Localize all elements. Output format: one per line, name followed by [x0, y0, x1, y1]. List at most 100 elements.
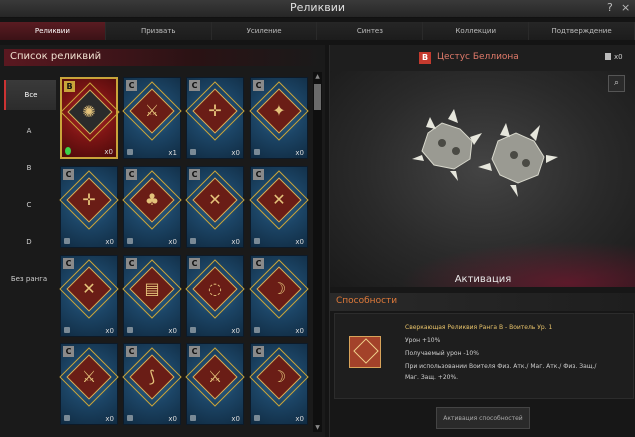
title-bar: Реликвии ? × [0, 0, 635, 18]
activation-label: Активация [454, 274, 512, 285]
lock-icon [254, 149, 260, 155]
lock-icon [127, 149, 133, 155]
list-header: Список реликвий [4, 49, 322, 66]
scroll-up-icon[interactable]: ▲ [313, 72, 322, 81]
filter-a[interactable]: A [4, 116, 54, 146]
ability-line: Маг. Защ. +20%. [405, 374, 459, 381]
zoom-icon[interactable]: ⌕ [608, 75, 625, 92]
lock-icon [64, 327, 70, 333]
relic-card[interactable]: C ⚔ x0 [185, 343, 245, 425]
ability-line: Получаемый урон -10% [405, 350, 479, 357]
grade-badge: C [126, 169, 137, 180]
relic-card[interactable]: C ▤ x0 [122, 255, 182, 337]
relic-count: x0 [231, 327, 240, 335]
lock-icon [64, 415, 70, 421]
relic-card[interactable]: C ⟆ x0 [122, 343, 182, 425]
relic-card[interactable]: C ✛ x0 [185, 77, 245, 159]
lock-icon [190, 149, 196, 155]
relic-card[interactable]: C ⚔ x1 [122, 77, 182, 159]
relic-card[interactable]: C ✕ x0 [249, 166, 309, 248]
dual-swords-icon: ✕ [272, 190, 286, 209]
window-title: Реликвии [289, 1, 345, 14]
tab-synthesis[interactable]: Синтез [317, 22, 424, 40]
abilities-title: Способности [336, 296, 398, 306]
axe-icon: ⚔ [81, 367, 97, 386]
ability-name: Сверкающая Реликвия Ранга B - Воитель Ур… [405, 324, 553, 331]
grade-badge: C [126, 346, 137, 357]
relic-count: x0 [231, 415, 240, 423]
grade-badge: B [64, 81, 75, 92]
scroll-thumb[interactable] [314, 84, 321, 110]
list-title: Список реликвий [10, 51, 102, 62]
lock-icon [127, 415, 133, 421]
scythe-icon: ⟆ [148, 367, 156, 386]
relic-count: x0 [231, 149, 240, 157]
chakram-icon: ◌ [208, 279, 222, 298]
relic-card[interactable]: C ☽ x0 [249, 255, 309, 337]
lock-icon [254, 327, 260, 333]
axe-icon: ⚔ [207, 367, 223, 386]
relic-card[interactable]: C ♣ x0 [122, 166, 182, 248]
tab-relics[interactable]: Реликвии [0, 22, 106, 40]
crossbow-icon: ✛ [82, 190, 96, 209]
relic-card[interactable]: C ◌ x0 [185, 255, 245, 337]
grade-badge: C [63, 169, 74, 180]
lock-icon [127, 327, 133, 333]
relic-name: Цестус Беллиона [437, 52, 519, 62]
scrollbar[interactable]: ▲ ▼ [313, 72, 322, 432]
lock-icon [64, 238, 70, 244]
relic-card[interactable]: C ☽ x0 [249, 343, 309, 425]
relic-card[interactable]: B ✺ x0 [60, 77, 120, 159]
hammer-icon: ▤ [144, 279, 160, 298]
ability-icon [349, 336, 381, 368]
mace-icon: ♣ [144, 190, 160, 209]
relic-card[interactable]: C ✦ x0 [249, 77, 309, 159]
relic-card[interactable]: C ⚔ x0 [59, 343, 119, 425]
grade-badge: C [189, 169, 200, 180]
relic-card[interactable]: C ✕ x0 [59, 255, 119, 337]
relic-count: x0 [105, 415, 114, 423]
tab-enhance[interactable]: Усиление [211, 22, 318, 40]
inventory-icon [605, 53, 611, 60]
abilities-header: Способности [330, 293, 635, 311]
help-icon[interactable]: ? [607, 1, 613, 14]
relic-list-panel: Список реликвий Все A B C D Без ранга B ✺… [0, 45, 325, 437]
activate-abilities-button[interactable]: Активация способностей [436, 407, 530, 429]
lock-icon [190, 238, 196, 244]
grade-badge: C [63, 346, 74, 357]
tab-confirm[interactable]: Подтверждение [529, 22, 635, 40]
grade-badge: C [253, 346, 264, 357]
grade-badge: B [419, 52, 431, 64]
relic-count: x0 [295, 327, 304, 335]
lock-icon [127, 238, 133, 244]
grade-badge: C [253, 258, 264, 269]
grade-badge: C [189, 80, 200, 91]
filter-b[interactable]: B [4, 153, 54, 183]
relic-count: x0 [295, 415, 304, 423]
ability-line: При использовании Воителя Физ. Атк./ Маг… [405, 363, 597, 370]
relic-count: x0 [105, 238, 114, 246]
relic-card[interactable]: C ✕ x0 [185, 166, 245, 248]
dual-swords-icon: ✕ [82, 279, 96, 298]
tab-collections[interactable]: Коллекции [423, 22, 530, 40]
grade-badge: C [253, 80, 264, 91]
filter-d[interactable]: D [4, 227, 54, 257]
bow-icon: ☽ [271, 279, 287, 298]
lock-icon [254, 415, 260, 421]
tab-summon[interactable]: Призвать [105, 22, 212, 40]
close-icon[interactable]: × [621, 1, 630, 14]
relic-count: x0 [104, 148, 113, 156]
filter-c[interactable]: C [4, 190, 54, 220]
axe-icon: ⚔ [144, 101, 160, 120]
relic-count: x0 [231, 238, 240, 246]
bow-icon: ☽ [271, 367, 287, 386]
lock-icon [254, 238, 260, 244]
scroll-down-icon[interactable]: ▼ [313, 423, 322, 432]
filter-all[interactable]: Все [4, 80, 56, 110]
lock-icon [190, 415, 196, 421]
grade-badge: C [253, 169, 264, 180]
grade-badge: C [63, 258, 74, 269]
filter-unranked[interactable]: Без ранга [4, 264, 54, 294]
relic-count: x0 [295, 149, 304, 157]
relic-card[interactable]: C ✛ x0 [59, 166, 119, 248]
